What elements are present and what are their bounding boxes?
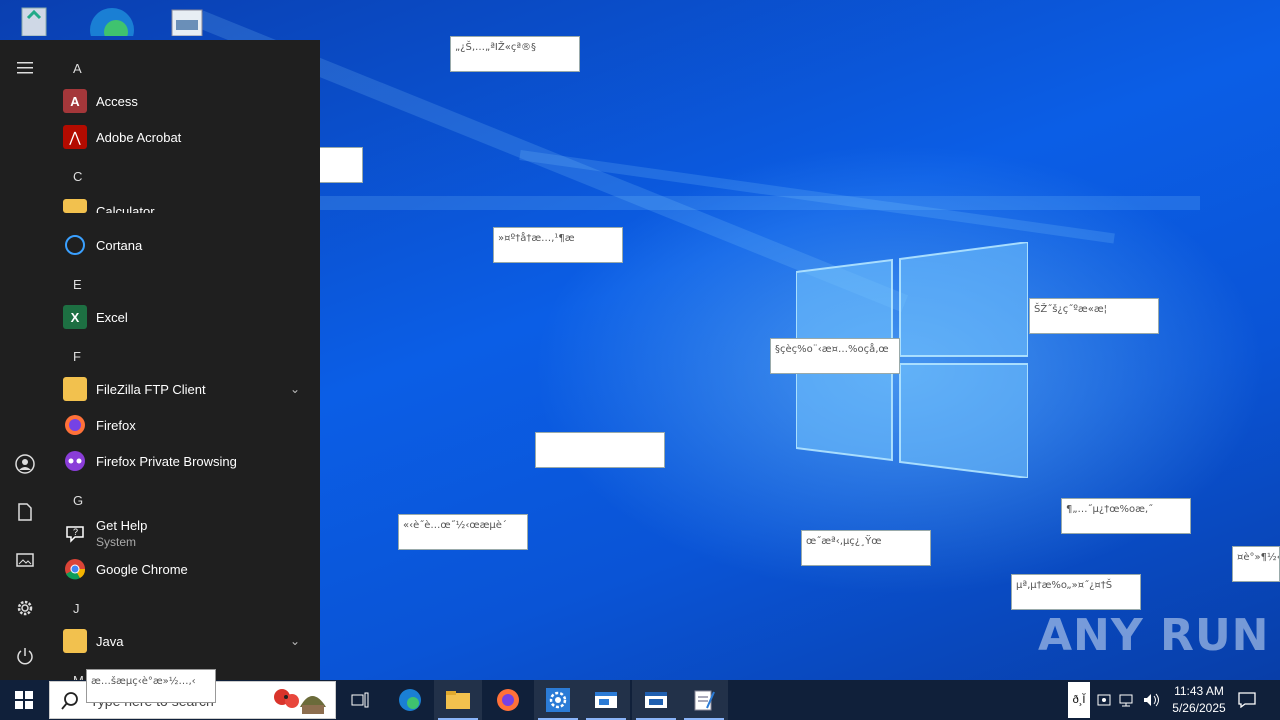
folder-icon bbox=[63, 629, 87, 653]
group-letter[interactable]: F bbox=[73, 349, 81, 364]
notifications-icon[interactable] bbox=[1238, 680, 1256, 720]
file-desktop-icon[interactable] bbox=[168, 0, 216, 40]
cortana-icon bbox=[63, 233, 87, 257]
app-window-icon bbox=[645, 692, 667, 708]
window-taskbar-button[interactable] bbox=[582, 680, 630, 720]
edge-taskbar-button[interactable] bbox=[386, 680, 434, 720]
group-letter[interactable]: G bbox=[73, 493, 83, 508]
app-label: Firefox bbox=[96, 417, 136, 433]
group-letter[interactable]: M bbox=[73, 673, 84, 680]
app-item-get-help[interactable]: ? Get Help System bbox=[50, 515, 320, 551]
app-label: Cortana bbox=[96, 237, 143, 253]
folder-icon bbox=[446, 691, 470, 709]
notepad-taskbar-button[interactable] bbox=[680, 680, 728, 720]
popup-window[interactable]: «‹è˝è…œ˝½‹œæµè´ bbox=[398, 514, 528, 550]
task-view-icon bbox=[351, 692, 369, 708]
search-icon bbox=[61, 692, 78, 710]
popup-window[interactable]: œ˝æª‹‚µç¿¸Ÿœ bbox=[801, 530, 931, 566]
input-language-indicator[interactable]: ð¸Ĭ bbox=[1068, 682, 1090, 718]
chevron-down-icon[interactable]: ⌄ bbox=[290, 382, 300, 396]
app-window-icon bbox=[595, 692, 617, 708]
network-icon[interactable] bbox=[1118, 680, 1136, 720]
svg-text:?: ? bbox=[73, 527, 78, 537]
popup-window[interactable]: µª‚µ†æ%o„»¤˝¿¤†Š bbox=[1011, 574, 1141, 610]
clock-date: 5/26/2025 bbox=[1172, 701, 1226, 715]
popup-window[interactable]: ¤è°»¶½‹ bbox=[1232, 546, 1280, 582]
meet-now-icon[interactable] bbox=[1096, 680, 1112, 720]
app-item-google-chrome[interactable]: Google Chrome bbox=[50, 551, 320, 587]
app-item-cortana[interactable]: Cortana bbox=[50, 227, 320, 263]
group-letter[interactable]: J bbox=[73, 601, 80, 616]
search-highlight-icon bbox=[274, 689, 326, 714]
volume-icon[interactable] bbox=[1142, 680, 1160, 720]
app-item-adobe-acrobat[interactable]: ⋀ Adobe Acrobat bbox=[50, 119, 320, 155]
app-label: FileZilla FTP Client bbox=[96, 381, 206, 397]
app-label: Excel bbox=[96, 309, 128, 325]
start-rail bbox=[0, 40, 50, 680]
task-view-button[interactable] bbox=[336, 680, 384, 720]
get-help-icon: ? bbox=[63, 521, 87, 545]
excel-icon: X bbox=[63, 305, 87, 329]
access-icon: A bbox=[63, 89, 87, 113]
edge-icon bbox=[399, 689, 421, 711]
app-label: Access bbox=[96, 93, 138, 109]
settings-gear-icon[interactable] bbox=[10, 593, 40, 623]
app-label: Firefox Private Browsing bbox=[96, 453, 237, 469]
app-item-firefox[interactable]: Firefox bbox=[50, 407, 320, 443]
app-label: Java bbox=[96, 633, 124, 649]
folder-icon bbox=[63, 377, 87, 401]
firefox-taskbar-button[interactable] bbox=[484, 680, 532, 720]
notepad-icon bbox=[694, 690, 715, 711]
folder-icon bbox=[63, 199, 87, 213]
start-button[interactable] bbox=[0, 680, 48, 720]
window-taskbar-button[interactable] bbox=[632, 680, 680, 720]
settings-taskbar-button[interactable] bbox=[534, 680, 582, 720]
firefox-private-icon bbox=[63, 449, 87, 473]
acrobat-icon: ⋀ bbox=[63, 125, 87, 149]
file-explorer-taskbar-button[interactable] bbox=[434, 680, 482, 720]
user-account-icon[interactable] bbox=[10, 449, 40, 479]
firefox-icon bbox=[497, 689, 519, 711]
group-letter[interactable]: A bbox=[73, 61, 82, 76]
app-label: Get Help System bbox=[96, 517, 148, 549]
app-item-calculator[interactable]: Calculator bbox=[50, 191, 320, 213]
group-letter[interactable]: E bbox=[73, 277, 82, 292]
popup-window[interactable]: æ…šæµç‹è°æ»½…‚‹ bbox=[86, 669, 216, 703]
chevron-down-icon[interactable]: ⌄ bbox=[290, 634, 300, 648]
popup-window[interactable]: ŠŽ˝š¿ç˝ºæ«æ¦ bbox=[1029, 298, 1159, 334]
pictures-icon[interactable] bbox=[10, 545, 40, 575]
popup-window[interactable]: ¶„…˝µ¿†œ%oæ‚˝ bbox=[1061, 498, 1191, 534]
app-label: Adobe Acrobat bbox=[96, 129, 182, 145]
hamburger-menu-icon[interactable] bbox=[10, 53, 40, 83]
group-letter[interactable]: C bbox=[73, 169, 82, 184]
popup-window[interactable] bbox=[535, 432, 665, 468]
start-menu: A A Access ⋀ Adobe Acrobat C Calculator … bbox=[0, 40, 320, 680]
app-label: Google Chrome bbox=[96, 561, 188, 577]
chrome-icon bbox=[63, 557, 87, 581]
anyrun-watermark: ANY RUN bbox=[1038, 610, 1270, 661]
app-sublabel: System bbox=[96, 534, 137, 549]
settings-gear-icon bbox=[546, 688, 570, 712]
popup-window[interactable]: „¿Š‚…„ªIŽ«çª®§ bbox=[450, 36, 580, 72]
app-item-filezilla[interactable]: FileZilla FTP Client ⌄ bbox=[50, 371, 320, 407]
documents-icon[interactable] bbox=[10, 497, 40, 527]
app-item-excel[interactable]: X Excel bbox=[50, 299, 320, 335]
power-icon[interactable] bbox=[10, 641, 40, 671]
taskbar-clock[interactable]: 11:43 AM 5/26/2025 bbox=[1166, 683, 1232, 717]
popup-window[interactable]: §çèç%o¨‹æ¤…%oçå‚œ bbox=[770, 338, 900, 374]
popup-window[interactable]: »¤º†å†æ…‚¹¶æ bbox=[493, 227, 623, 263]
windows-start-icon bbox=[15, 691, 33, 709]
app-label: Calculator bbox=[96, 204, 155, 213]
clock-time: 11:43 AM bbox=[1174, 684, 1224, 698]
app-list[interactable]: A A Access ⋀ Adobe Acrobat C Calculator … bbox=[50, 40, 320, 680]
app-item-java[interactable]: Java ⌄ bbox=[50, 623, 320, 659]
firefox-icon bbox=[63, 413, 87, 437]
edge-desktop-icon[interactable] bbox=[86, 0, 134, 52]
recycle-bin-icon[interactable] bbox=[14, 0, 62, 40]
app-item-access[interactable]: A Access bbox=[50, 83, 320, 119]
app-item-firefox-private[interactable]: Firefox Private Browsing bbox=[50, 443, 320, 479]
